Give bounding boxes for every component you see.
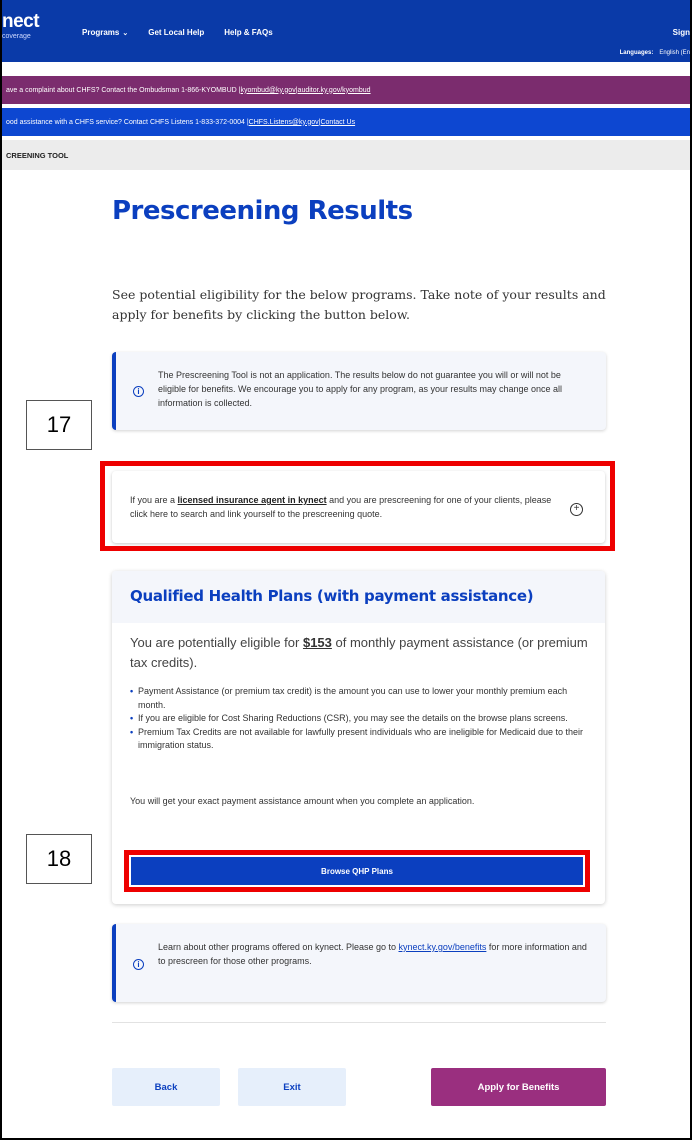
ombudsman-auditor-link[interactable]: auditor.ky.gov/kyombud <box>298 87 371 94</box>
chfs-listens-email-link[interactable]: CHFS.Listens@ky.gov <box>249 119 319 126</box>
qhp-card-header: Qualified Health Plans (with payment ass… <box>112 571 605 623</box>
agent-text: If you are a licensed insurance agent in… <box>130 493 570 521</box>
back-button[interactable]: Back <box>112 1068 220 1106</box>
chfs-listens-text: ood assistance with a CHFS service? Cont… <box>6 118 249 126</box>
logo-text: nect <box>2 11 40 32</box>
nav-links: Programs ⌄ Get Local Help Help & FAQs <box>82 28 273 37</box>
nav-programs-label: Programs <box>82 28 120 37</box>
chevron-down-icon: ⌄ <box>122 29 129 37</box>
other-programs-prefix: Learn about other programs offered on ky… <box>158 942 399 952</box>
qhp-amount-link[interactable]: $153 <box>303 635 332 650</box>
qhp-lead-prefix: You are potentially eligible for <box>130 635 303 650</box>
other-programs-text: Learn about other programs offered on ky… <box>158 940 590 968</box>
top-navigation: nect coverage Programs ⌄ Get Local Help … <box>2 0 690 62</box>
languages-value: English (En <box>659 50 690 56</box>
nav-help-faqs[interactable]: Help & FAQs <box>224 28 272 37</box>
page-title: Prescreening Results <box>112 196 413 226</box>
logo-subtext: coverage <box>2 33 31 40</box>
divider <box>112 1022 606 1023</box>
disclaimer-text: The Prescreening Tool is not an applicat… <box>158 370 563 408</box>
qhp-eligibility-text: You are potentially eligible for $153 of… <box>130 633 590 673</box>
list-item: Premium Tax Credits are not available fo… <box>130 726 590 753</box>
info-circle-icon: i <box>133 386 144 397</box>
list-item: If you are eligible for Cost Sharing Red… <box>130 712 590 726</box>
contact-us-link[interactable]: Contact Us <box>320 119 355 126</box>
chfs-listens-banner: ood assistance with a CHFS service? Cont… <box>2 108 690 136</box>
kynect-benefits-link[interactable]: kynect.ky.gov/benefits <box>399 942 487 952</box>
agent-link-accordion[interactable]: If you are a licensed insurance agent in… <box>112 471 605 543</box>
disclaimer-info-card: i The Prescreening Tool is not an applic… <box>112 352 606 430</box>
nav-programs[interactable]: Programs ⌄ <box>82 28 128 37</box>
ombudsman-banner: ave a complaint about CHFS? Contact the … <box>2 76 690 104</box>
language-selector[interactable]: Languages: English (En <box>620 50 690 56</box>
info-circle-icon: i <box>133 959 144 970</box>
licensed-agent-link[interactable]: licensed insurance agent in kynect <box>178 495 327 505</box>
languages-label: Languages: <box>619 50 654 56</box>
list-item: Payment Assistance (or premium tax credi… <box>130 685 590 712</box>
agent-prefix: If you are a <box>130 495 178 505</box>
breadcrumb: CREENING TOOL <box>2 140 690 170</box>
other-programs-info-card: i Learn about other programs offered on … <box>112 924 606 1002</box>
callout-18: 18 <box>26 834 92 884</box>
qhp-title: Qualified Health Plans (with payment ass… <box>130 587 534 605</box>
apply-for-benefits-button[interactable]: Apply for Benefits <box>431 1068 606 1106</box>
qhp-bullet-list: Payment Assistance (or premium tax credi… <box>130 685 590 753</box>
plus-circle-icon[interactable]: + <box>570 503 583 516</box>
ombudsman-email-link[interactable]: kyombud@ky.gov <box>240 87 295 94</box>
nav-get-local-help[interactable]: Get Local Help <box>148 28 204 37</box>
exit-button[interactable]: Exit <box>238 1068 346 1106</box>
callout-17: 17 <box>26 400 92 450</box>
intro-text: See potential eligibility for the below … <box>112 287 606 322</box>
ombudsman-text: ave a complaint about CHFS? Contact the … <box>6 86 241 94</box>
browse-qhp-plans-button[interactable]: Browse QHP Plans <box>131 857 583 885</box>
qhp-note: You will get your exact payment assistan… <box>130 796 475 806</box>
kynect-logo[interactable]: nect coverage <box>2 11 40 41</box>
sign-in-link[interactable]: Sign <box>673 28 690 37</box>
